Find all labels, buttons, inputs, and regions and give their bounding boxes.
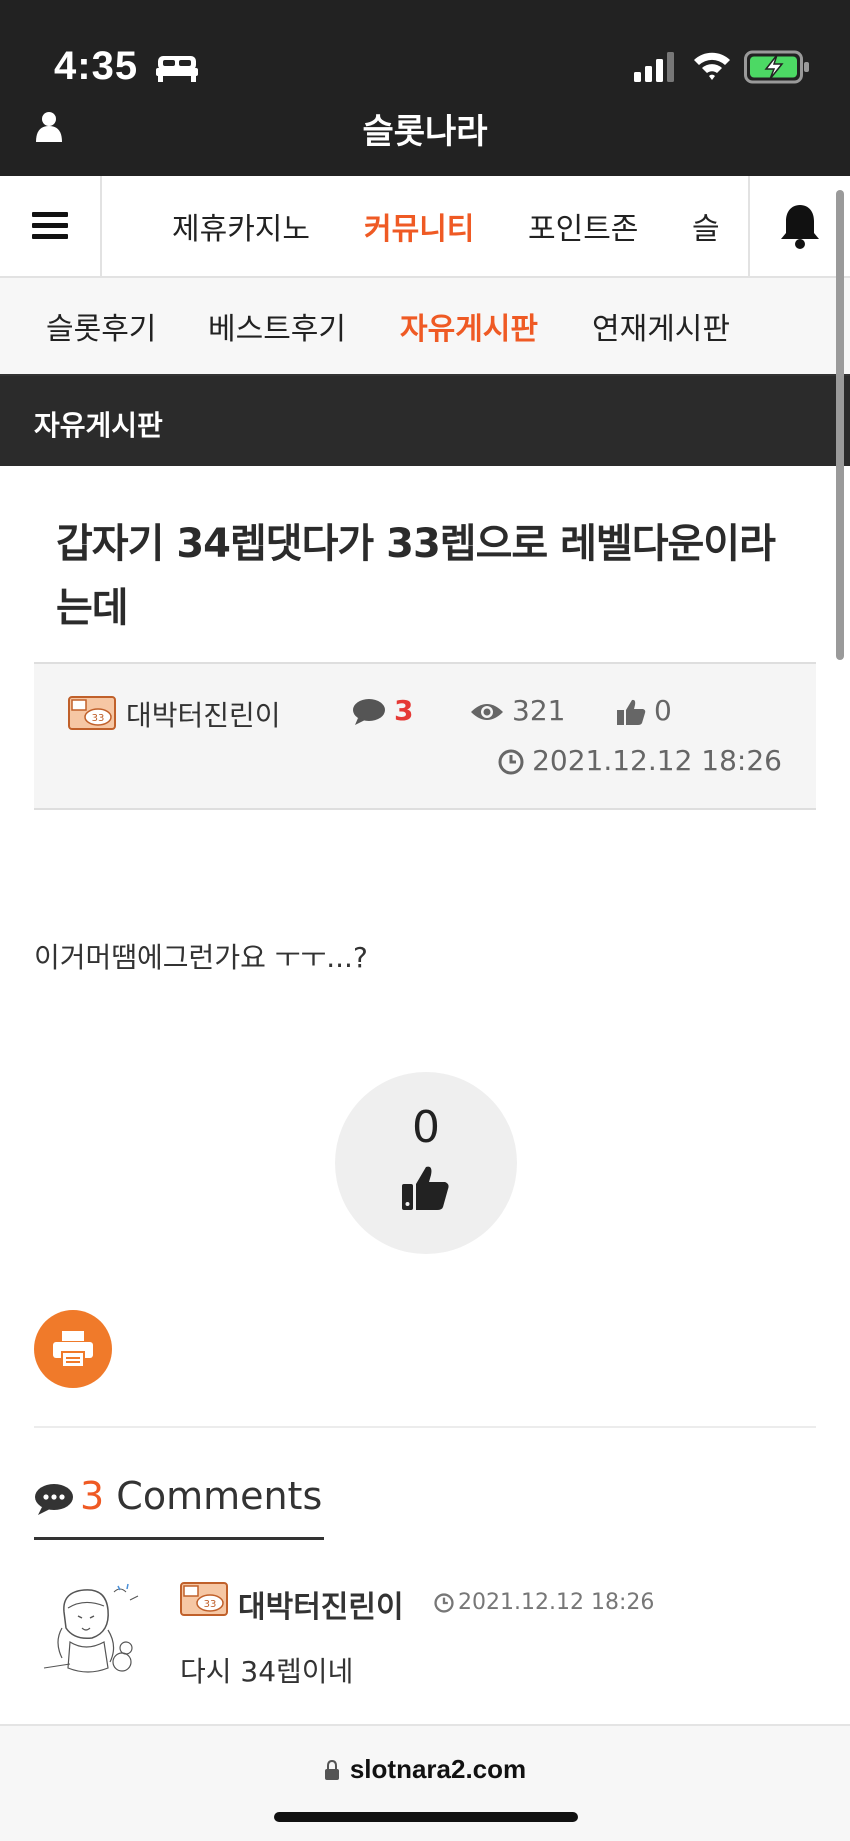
bell-icon bbox=[781, 205, 819, 249]
nav-item-partner-casino[interactable]: 제휴카지노 bbox=[172, 204, 310, 248]
like-button-count: 0 bbox=[412, 1102, 440, 1153]
comment-date-value: 2021.12.12 18:26 bbox=[458, 1590, 655, 1615]
post-author[interactable]: 대박터진린이 bbox=[126, 694, 281, 734]
nav-item-more[interactable]: 슬 bbox=[692, 204, 720, 248]
post-meta: 33 대박터진린이 3 321 0 2021.12.12 18:26 bbox=[34, 662, 816, 810]
board-title: 자유게시판 bbox=[34, 409, 163, 442]
post-like-count-value: 0 bbox=[654, 694, 672, 727]
hamburger-icon bbox=[32, 212, 68, 240]
comment-date: 2021.12.12 18:26 bbox=[434, 1590, 654, 1615]
scrollbar[interactable] bbox=[836, 190, 844, 660]
post-comment-count-value: 3 bbox=[394, 694, 414, 727]
post-view-count: 321 bbox=[470, 694, 565, 727]
clock-icon bbox=[498, 749, 524, 775]
post-comment-count: 3 bbox=[352, 694, 413, 727]
post-date-value: 2021.12.12 18:26 bbox=[532, 744, 782, 777]
svg-text:33: 33 bbox=[92, 713, 105, 724]
menu-button[interactable] bbox=[0, 176, 102, 276]
clock-icon bbox=[434, 1593, 454, 1613]
print-button[interactable] bbox=[34, 1310, 112, 1388]
post-like-count: 0 bbox=[616, 694, 672, 727]
comment-item: 33 대박터진린이 2021.12.12 18:26 다시 34렙이네 bbox=[34, 1572, 816, 1692]
url-text: slotnara2.com bbox=[0, 1754, 850, 1785]
thumbs-up-icon bbox=[617, 699, 646, 725]
comments-header: 3 Comments bbox=[34, 1474, 325, 1540]
eye-icon bbox=[471, 704, 503, 720]
site-title[interactable]: 슬롯나라 bbox=[0, 104, 850, 153]
thumbs-up-icon bbox=[402, 1166, 449, 1210]
subnav-slot-review[interactable]: 슬롯후기 bbox=[46, 304, 156, 348]
post-body: 이거머땜에그런가요 ㅜㅜ...? bbox=[34, 941, 368, 974]
divider bbox=[34, 1426, 816, 1428]
subnav-free-board[interactable]: 자유게시판 bbox=[400, 304, 538, 348]
subnav-best-review[interactable]: 베스트후기 bbox=[208, 304, 346, 348]
board-header: 자유게시판 bbox=[0, 376, 850, 466]
comments-count: 3 bbox=[80, 1474, 105, 1518]
battery-charging-icon bbox=[744, 50, 809, 84]
level-badge-icon: 33 bbox=[180, 1582, 228, 1616]
url-value: slotnara2.com bbox=[349, 1754, 527, 1784]
nav-item-point-zone[interactable]: 포인트존 bbox=[528, 204, 638, 248]
main-nav: 제휴카지노 커뮤니티 포인트존 슬 bbox=[0, 176, 850, 278]
comment-icon bbox=[353, 699, 385, 725]
subnav-serial-board[interactable]: 연재게시판 bbox=[592, 304, 730, 348]
comment-text: 다시 34렙이네 bbox=[180, 1655, 354, 1688]
comments-icon bbox=[35, 1483, 73, 1515]
comments-label: Comments bbox=[116, 1474, 323, 1518]
bed-icon bbox=[156, 56, 198, 82]
svg-text:33: 33 bbox=[204, 1599, 217, 1610]
main-nav-items: 제휴카지노 커뮤니티 포인트존 슬 bbox=[102, 176, 748, 276]
home-indicator[interactable] bbox=[274, 1812, 578, 1822]
browser-url-bar[interactable]: slotnara2.com bbox=[0, 1724, 850, 1841]
sub-nav: 슬롯후기 베스트후기 자유게시판 연재게시판 bbox=[0, 278, 850, 376]
comment-author[interactable]: 대박터진린이 bbox=[238, 1582, 404, 1626]
lock-icon bbox=[324, 1759, 339, 1780]
signal-icon bbox=[634, 52, 674, 82]
nav-item-community[interactable]: 커뮤니티 bbox=[364, 204, 474, 248]
top-bar: 4:35 슬롯나라 bbox=[0, 0, 850, 176]
status-time: 4:35 bbox=[54, 44, 139, 88]
wifi-icon bbox=[694, 52, 730, 80]
post-title: 갑자기 34렙댓다가 33렙으로 레벨다운이라는데 bbox=[56, 521, 776, 631]
notification-button[interactable] bbox=[748, 176, 850, 276]
level-badge-icon: 33 bbox=[68, 696, 116, 730]
post-view-count-value: 321 bbox=[512, 694, 566, 727]
avatar[interactable] bbox=[34, 1572, 152, 1690]
printer-icon bbox=[53, 1331, 93, 1368]
post-date: 2021.12.12 18:26 bbox=[498, 744, 782, 777]
like-button[interactable]: 0 bbox=[335, 1072, 517, 1254]
